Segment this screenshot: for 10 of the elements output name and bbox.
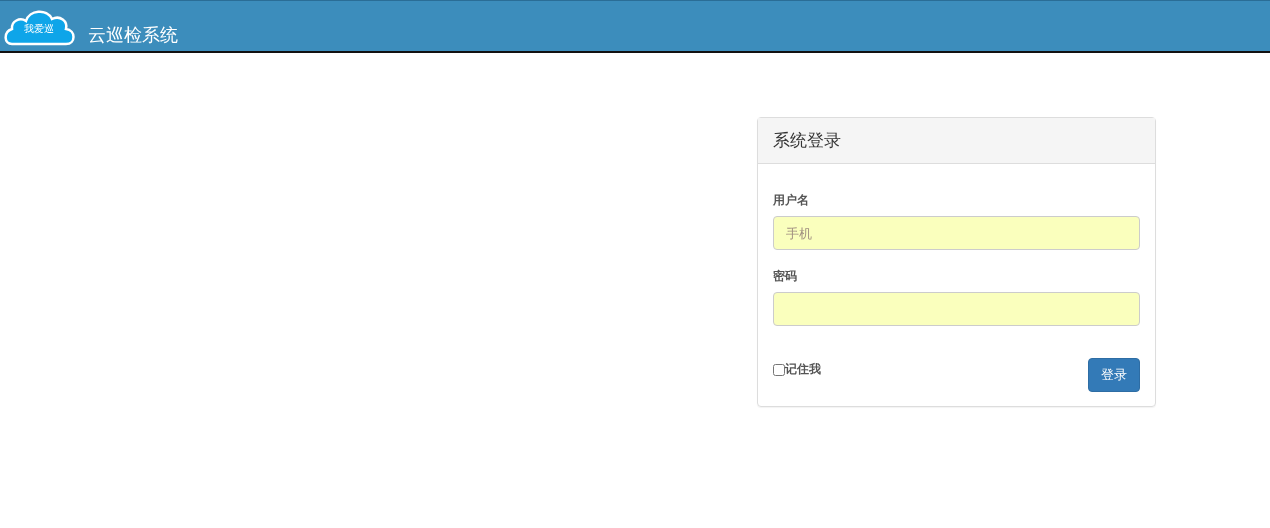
input-field[interactable]	[773, 292, 1140, 326]
logo-text: 我爱巡	[23, 22, 55, 36]
remember-checkbox[interactable]	[773, 363, 785, 376]
login-button[interactable]: 登录	[1088, 358, 1140, 392]
field-label: 用户名	[773, 192, 810, 209]
remember-label: 记住我	[785, 361, 821, 378]
input-field[interactable]: 手机	[773, 216, 1140, 250]
app-title: 云巡检系统	[88, 23, 178, 47]
field-label: 密码	[773, 268, 798, 285]
panel-title: 系统登录	[758, 118, 1155, 164]
